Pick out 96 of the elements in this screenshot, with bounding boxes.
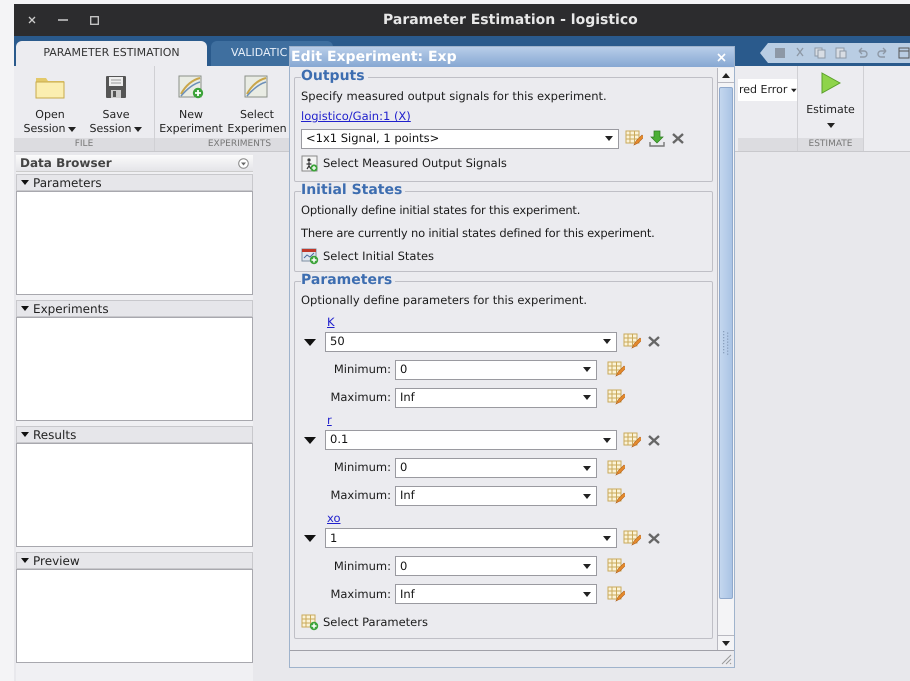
select-parameters-button[interactable]: Select Parameters [301, 614, 428, 632]
expanded-triangle-icon[interactable] [301, 533, 319, 544]
panel-title: Data Browser [20, 155, 112, 172]
grip-icon [722, 331, 730, 355]
group-label: FILE [14, 138, 154, 151]
ribbon-button[interactable]: New Experiment [159, 74, 223, 136]
table-edit-icon[interactable] [625, 130, 643, 147]
scrollbar[interactable] [717, 68, 734, 650]
scroll-up-icon[interactable] [722, 72, 730, 78]
remove-icon[interactable] [647, 335, 661, 348]
section-header[interactable]: Parameters [16, 174, 253, 191]
caret-icon [583, 466, 591, 470]
scrollbar-thumb[interactable] [719, 87, 733, 599]
caret-icon [583, 367, 591, 372]
ribbon-button[interactable]: Select Experimen [225, 74, 289, 136]
field-label: Minimum: [332, 361, 391, 378]
add-table-icon [301, 614, 319, 632]
parameter-link[interactable]: K [327, 314, 335, 331]
play-icon [820, 72, 840, 94]
new-experiment-icon [178, 75, 204, 99]
field-label: Maximum: [329, 586, 391, 603]
bound-combo-box[interactable]: 0 [395, 360, 597, 380]
bound-combo-box[interactable]: Inf [395, 584, 597, 604]
table-edit-icon[interactable] [623, 432, 641, 448]
description-text: There are currently no initial states defined for this experiment. [301, 224, 656, 242]
expanded-triangle-icon[interactable] [301, 435, 319, 445]
section-header[interactable]: Preview [16, 552, 253, 569]
paste-icon[interactable] [835, 47, 847, 59]
caret-icon [603, 339, 611, 344]
section-header[interactable]: Experiments [16, 300, 253, 317]
states-add-icon [301, 248, 319, 266]
expanded-triangle-icon [21, 430, 29, 438]
select-signals-button[interactable]: Select Measured Output Signals [301, 154, 507, 172]
window-layout-icon[interactable] [898, 47, 910, 59]
window-title: Parameter Estimation - logistico [383, 10, 638, 30]
caret-icon [605, 136, 613, 141]
description-text: Optionally define initial states for this experiment. [301, 202, 582, 218]
caret-icon [603, 438, 611, 442]
remove-icon[interactable] [671, 132, 685, 145]
remove-icon[interactable] [647, 532, 661, 545]
expanded-triangle-icon [21, 178, 29, 186]
caret-icon [583, 592, 591, 597]
parameter-link[interactable]: xo [327, 510, 340, 528]
caret-icon [583, 494, 591, 498]
maximize-icon[interactable] [90, 16, 99, 24]
expanded-triangle-icon [21, 304, 29, 312]
signal-link[interactable]: logistico/Gain:1 (X) [301, 108, 706, 126]
field-label: Maximum: [329, 389, 391, 406]
field-label: Minimum: [332, 558, 391, 575]
panel-menu-icon[interactable] [238, 158, 249, 168]
value-combo-box[interactable]: 1 [325, 528, 617, 548]
minimize-icon[interactable] [58, 19, 68, 21]
resize-grip-icon[interactable] [720, 653, 732, 665]
section-title: Outputs [301, 68, 368, 85]
experiment-icon [244, 75, 270, 99]
table-edit-icon[interactable] [607, 389, 625, 406]
bound-combo-box[interactable]: Inf [395, 388, 597, 408]
table-edit-icon[interactable] [623, 530, 641, 547]
remove-icon[interactable] [647, 434, 661, 446]
scroll-down-icon[interactable] [722, 640, 730, 646]
ribbon-button[interactable]: Save Session [84, 74, 148, 136]
field-label: Maximum: [329, 487, 391, 504]
table-edit-icon[interactable] [607, 586, 625, 603]
table-edit-icon[interactable] [607, 460, 625, 476]
estimate-button[interactable]: Estimate [798, 66, 863, 138]
bound-combo-box[interactable]: 0 [395, 556, 597, 576]
select-initial-states-button[interactable]: Select Initial States [301, 248, 434, 266]
bound-combo-box[interactable]: Inf [395, 486, 597, 506]
folder-icon [35, 75, 65, 99]
signal-select-icon [301, 154, 319, 172]
ribbon-button[interactable]: Open Session [18, 74, 82, 136]
download-arrow-icon[interactable] [649, 130, 665, 147]
caret-icon [603, 536, 611, 541]
close-icon[interactable] [28, 16, 36, 24]
ribbon-tab[interactable]: PARAMETER ESTIMATION [16, 41, 207, 66]
table-edit-icon[interactable] [623, 333, 641, 350]
parameter-link[interactable]: r [327, 412, 332, 429]
table-edit-icon[interactable] [607, 488, 625, 504]
caret-icon [583, 564, 591, 569]
expanded-triangle-icon[interactable] [301, 336, 319, 347]
description-text: Specify measured output signals for this experiment. [301, 88, 608, 105]
caret-icon [791, 88, 797, 92]
caret-icon [583, 395, 591, 400]
value-combo-box[interactable]: 0.1 [325, 430, 617, 450]
description-text: Optionally define parameters for this experiment. [301, 292, 588, 310]
table-edit-icon[interactable] [607, 558, 625, 575]
expanded-triangle-icon [21, 556, 29, 564]
signal-combo-box[interactable]: <1x1 Signal, 1 points> [301, 128, 619, 148]
section-header[interactable]: Results [16, 426, 253, 443]
copy-icon[interactable] [814, 47, 826, 59]
value-combo-box[interactable]: 50 [325, 332, 617, 352]
cost-dropdown[interactable]: red Error [738, 79, 797, 101]
field-label: Minimum: [332, 459, 391, 476]
group-label: ESTIMATE [798, 138, 863, 151]
table-edit-icon[interactable] [607, 361, 625, 378]
bound-combo-box[interactable]: 0 [395, 458, 597, 478]
